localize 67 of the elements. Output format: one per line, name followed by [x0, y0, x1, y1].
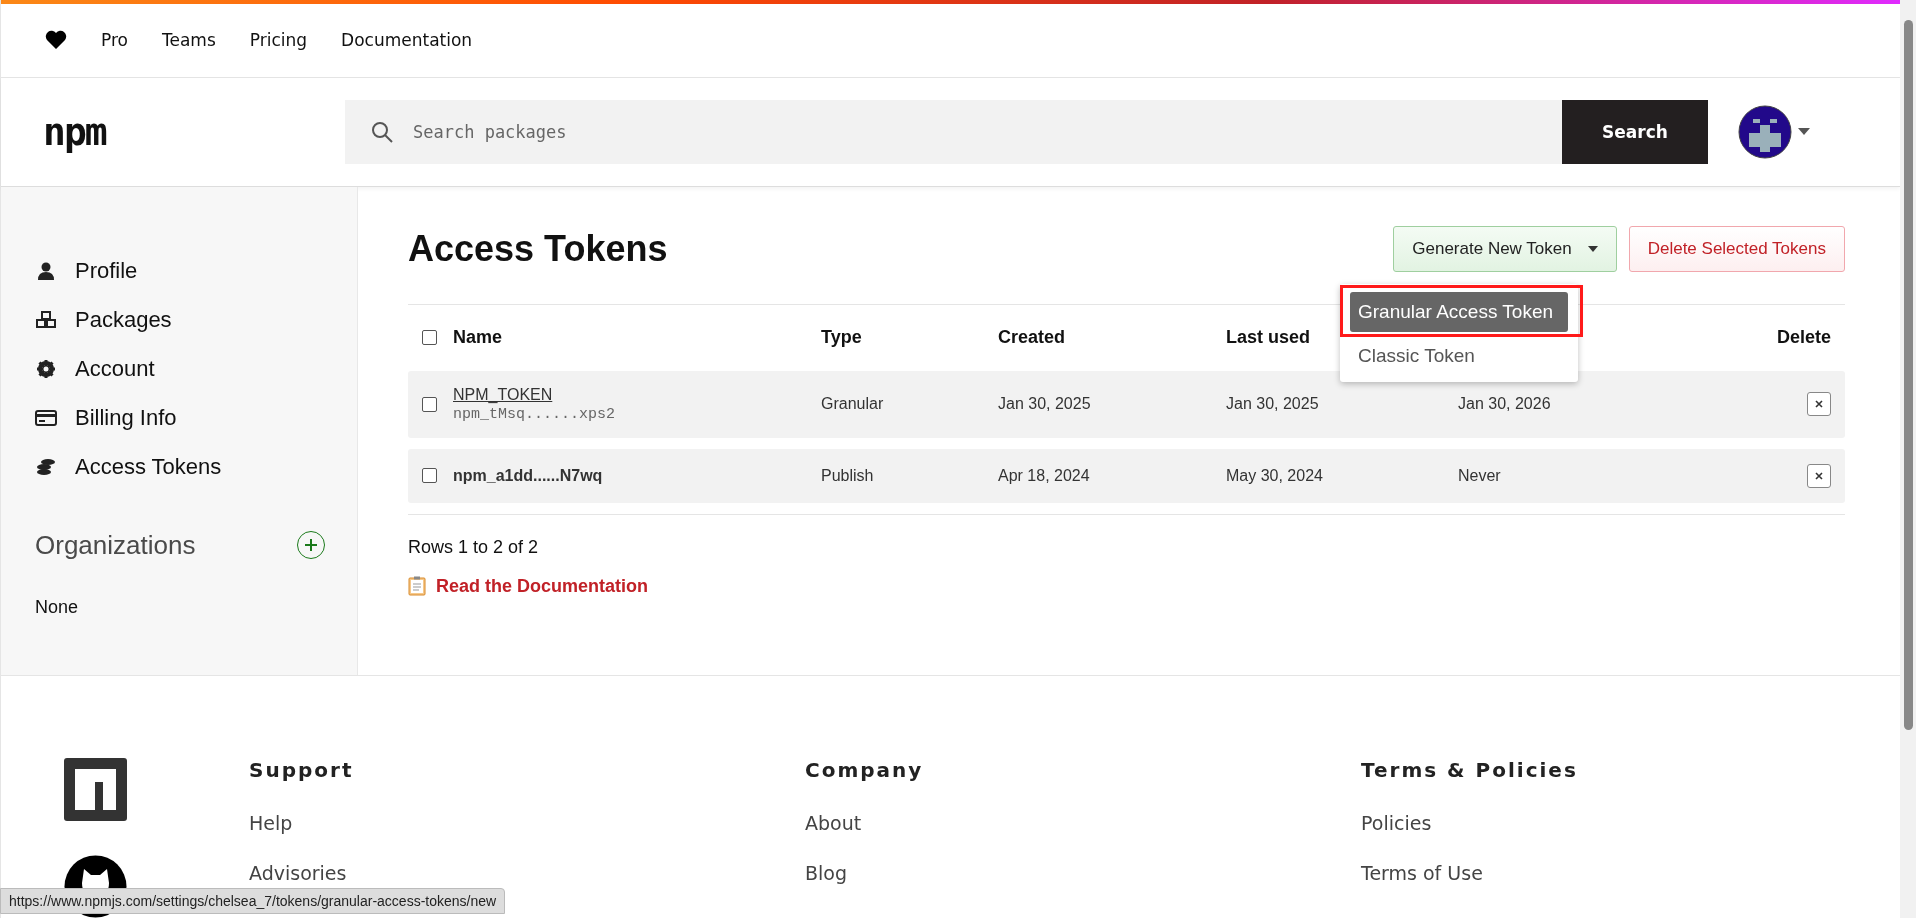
- rows-count-text: Rows 1 to 2 of 2: [408, 536, 540, 558]
- close-icon: [1815, 471, 1823, 480]
- table-cell: Publish: [821, 466, 874, 484]
- search-icon: [371, 120, 393, 143]
- sidebar-item[interactable]: Billing Info: [35, 393, 357, 443]
- column-header: Last used: [1226, 327, 1311, 348]
- person-icon: [38, 262, 54, 281]
- table-cell: Jan 30, 2025: [1226, 395, 1319, 413]
- column-header: Name: [453, 327, 503, 349]
- checkbox[interactable]: [422, 330, 437, 346]
- npm-square-logo-icon[interactable]: [64, 758, 127, 821]
- footer-heading: Terms & Policies: [1361, 758, 1578, 782]
- checkbox[interactable]: [422, 468, 437, 484]
- footer-heading: Company: [805, 758, 925, 782]
- delete-selected-button[interactable]: Delete Selected Tokens: [1628, 226, 1845, 273]
- table-cell: May 30, 2024: [1226, 466, 1323, 484]
- cubes-icon: [36, 311, 56, 330]
- search-button[interactable]: Search: [1562, 99, 1708, 164]
- footer-heading: Support: [249, 758, 355, 782]
- plus-icon: [304, 538, 318, 553]
- documentation-link[interactable]: Read the Documentation: [436, 575, 649, 597]
- search-field[interactable]: Search packages: [345, 99, 1562, 164]
- sidebar-item[interactable]: Profile: [35, 246, 357, 296]
- caret-icon: [1587, 246, 1598, 253]
- footer-link[interactable]: Blog: [805, 862, 1361, 912]
- menu-item[interactable]: Classic Token: [1350, 335, 1568, 376]
- table-cell: Jan 30, 2026: [1458, 395, 1551, 413]
- token-value: npm_a1dd......N7wq: [453, 466, 603, 485]
- page-title: Access Tokens: [408, 228, 669, 271]
- column-header: Delete: [1776, 327, 1831, 349]
- close-icon: [1815, 400, 1823, 409]
- heart-icon[interactable]: [45, 30, 67, 51]
- sidebar-item[interactable]: Access Tokens: [35, 442, 357, 492]
- table-cell: Never: [1458, 466, 1501, 484]
- footer-link[interactable]: Terms of Use: [1361, 862, 1578, 912]
- organizations-empty-text: None: [35, 596, 80, 618]
- footer-link[interactable]: Help: [249, 812, 805, 862]
- table-cell: Granular: [821, 395, 884, 413]
- delete-row-button[interactable]: [1807, 463, 1831, 488]
- menu-item[interactable]: Granular Access Token: [1350, 291, 1568, 332]
- organizations-heading: Organizations: [35, 529, 196, 561]
- table-cell: Jan 30, 2025: [998, 395, 1091, 413]
- gear-icon: [37, 360, 55, 379]
- token-name-link[interactable]: NPM_TOKEN: [453, 385, 616, 404]
- footer-link[interactable]: About: [805, 812, 1361, 862]
- nav-link[interactable]: Teams: [162, 30, 216, 51]
- coins-icon: [36, 458, 56, 477]
- footer-link[interactable]: Policies: [1361, 812, 1578, 862]
- checkbox[interactable]: [422, 396, 437, 412]
- generate-token-button[interactable]: Generate New Token: [1393, 226, 1617, 273]
- column-header: Created: [998, 327, 1066, 348]
- delete-row-button[interactable]: [1807, 392, 1831, 417]
- credit-card-icon: [35, 410, 57, 427]
- avatar-icon[interactable]: [1738, 104, 1792, 159]
- nav-link[interactable]: Pricing: [249, 30, 308, 51]
- sidebar-item[interactable]: Account: [35, 344, 357, 394]
- token-value: npm_tMsq......xps2: [453, 405, 616, 423]
- npm-logo[interactable]: npm: [43, 109, 106, 154]
- sidebar-item[interactable]: Packages: [35, 295, 357, 345]
- clipboard-icon: [408, 576, 426, 597]
- nav-link[interactable]: Pro: [101, 30, 128, 51]
- caret-icon[interactable]: [1798, 128, 1810, 136]
- scrollbar[interactable]: [1900, 0, 1916, 918]
- status-url-tooltip: https://www.npmjs.com/settings/chelsea_7/tokens/granular-access-tokens/new: [0, 888, 506, 914]
- column-header: Type: [821, 327, 862, 348]
- table-cell: Apr 18, 2024: [998, 466, 1090, 484]
- nav-link[interactable]: Documentation: [341, 30, 473, 51]
